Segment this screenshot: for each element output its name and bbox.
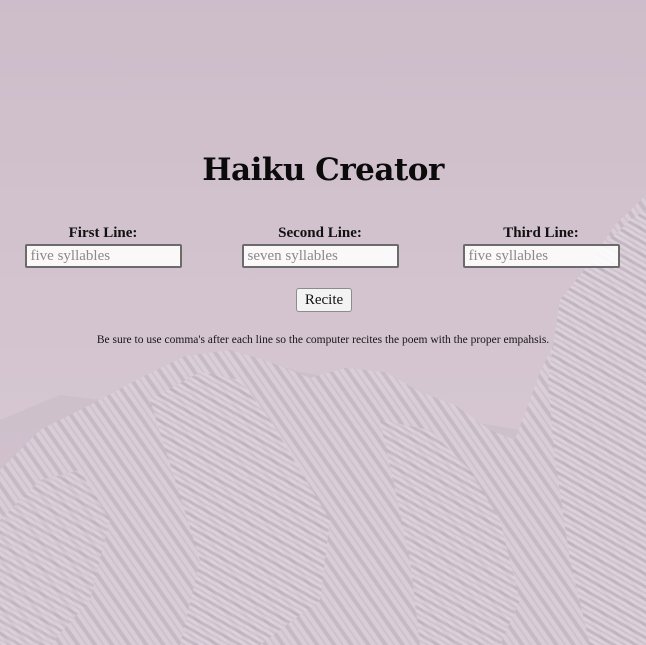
page-title: Haiku Creator [202,152,444,188]
first-line-label: First Line: [68,225,138,241]
instruction-note: Be sure to use comma's after each line s… [96,334,550,346]
third-line-field: Third Line: [462,224,620,268]
third-line-input[interactable] [462,244,620,268]
third-line-label: Third Line: [503,225,579,241]
recite-button[interactable]: Recite [296,288,352,312]
first-line-field: First Line: [24,224,182,268]
second-line-input[interactable] [241,244,399,268]
first-line-input[interactable] [24,244,182,268]
page-content: Haiku Creator First Line: Second Line: T… [0,0,646,645]
second-line-label: Second Line: [278,225,362,241]
second-line-field: Second Line: [241,224,399,268]
